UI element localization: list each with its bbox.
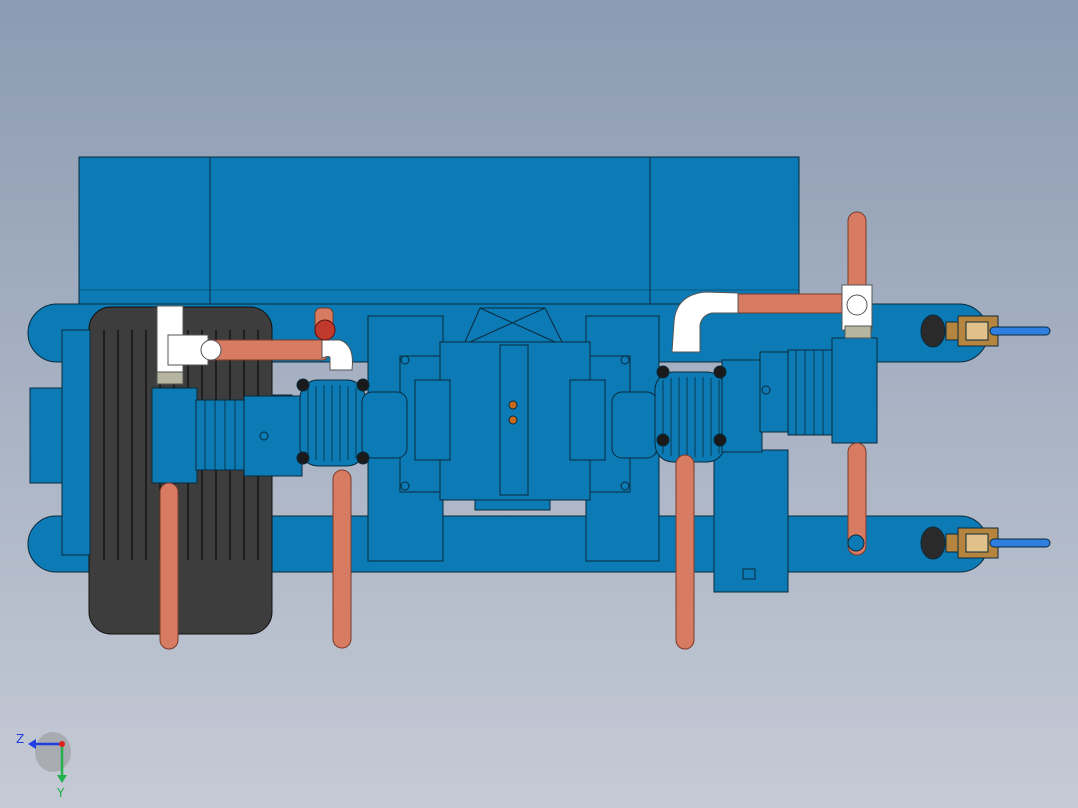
axis-triad xyxy=(28,732,71,783)
cad-viewport[interactable]: Z Y xyxy=(0,0,1078,808)
x-axis-marker xyxy=(59,741,65,747)
triad-y-label: Y xyxy=(57,786,65,800)
drain-valve-upper xyxy=(920,314,1051,348)
drain-valve-lower xyxy=(920,526,1051,560)
air-tank xyxy=(78,156,800,308)
triad-z-label: Z xyxy=(16,732,25,746)
compressor-assembly-model[interactable] xyxy=(0,0,1078,808)
